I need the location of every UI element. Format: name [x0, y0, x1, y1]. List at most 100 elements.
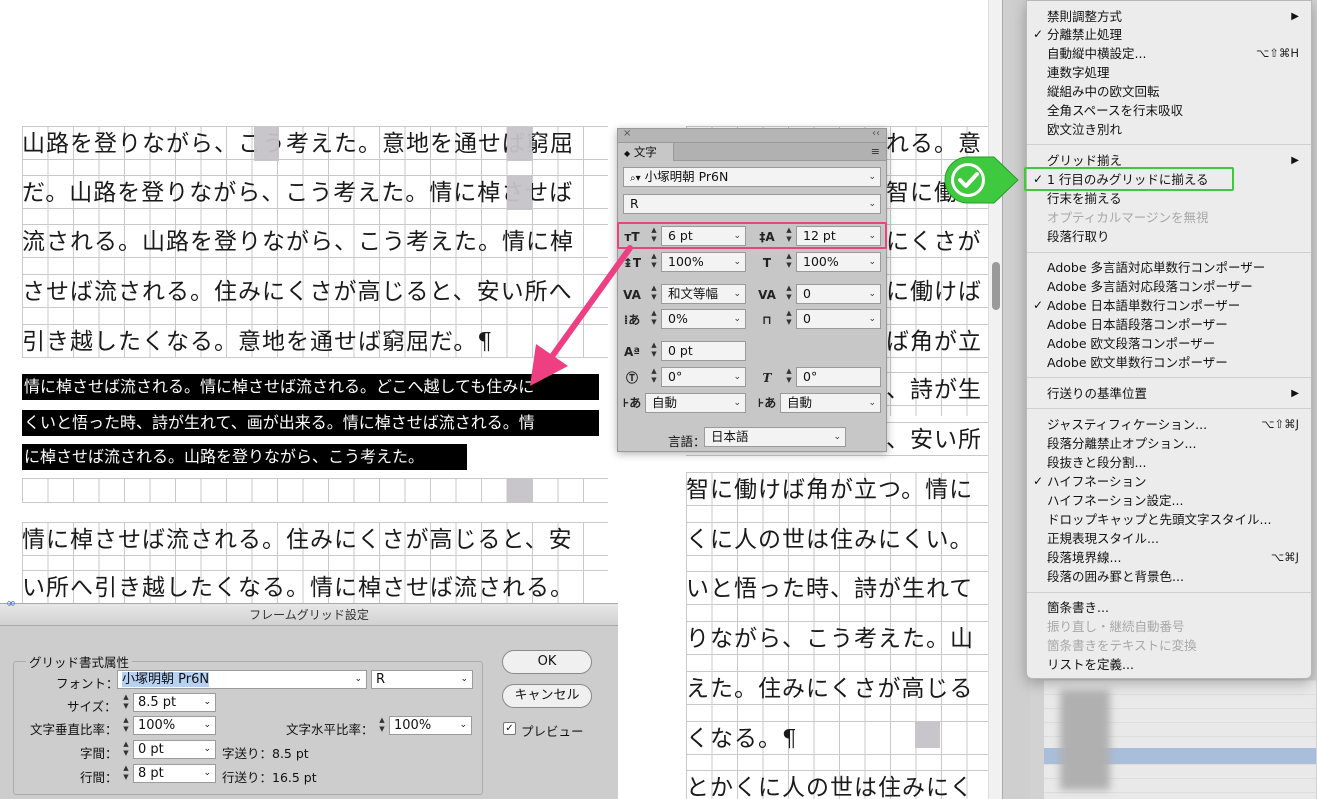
menu-item[interactable]: 段落分離禁止オプション... [1027, 434, 1311, 453]
menu-item[interactable]: ハイフネーション設定... [1027, 491, 1311, 510]
baseline-shift-field[interactable]: 0 pt [661, 341, 746, 361]
text-line: 智に働けば角が立つ。情に [686, 472, 988, 506]
size-field[interactable]: 8.5 pt ⌄ [133, 693, 216, 712]
text-frame-right-lower[interactable]: 智に働けば角が立つ。情に くに人の世は住みにくい。 いと悟った時、詩が生れて り… [686, 472, 988, 799]
stepper-icon[interactable]: ▲ ▼ [121, 693, 131, 713]
stepper-icon[interactable]: ▲ ▼ [649, 252, 659, 272]
menu-item[interactable]: Adobe 日本語段落コンポーザー [1027, 315, 1311, 334]
ok-button[interactable]: OK [502, 650, 592, 674]
character-panel: × ‹‹ ◆ 文字 ≡ ⌕▾ 小塚明朝 Pr6N ⌄ R ⌄ ᴛT ▲ ▼ 6 pt ⌄… [617, 128, 887, 452]
menu-item[interactable]: Adobe 多言語対応単数行コンポーザー [1027, 258, 1311, 277]
preview-checkbox[interactable]: ✓ [503, 722, 516, 735]
rotation-field[interactable]: 0° ⌄ [661, 367, 746, 387]
font-style-select[interactable]: R ⌄ [623, 194, 881, 214]
vscale-field[interactable]: 100% ⌄ [133, 716, 216, 735]
scrollbar-thumb[interactable] [992, 262, 1000, 310]
aki-after-select[interactable]: 自動 ⌄ [780, 393, 881, 413]
menu-item[interactable]: 段落境界線... ⌥⌘J [1027, 548, 1311, 567]
indesign-workspace: 山路を登りながら、こう考えた。意地を通せば窮屈 だ。山路を登りながら、こう考えた… [0, 0, 1317, 799]
menu-item[interactable]: 行送りの基準位置 ▶ [1027, 384, 1311, 403]
menu-item[interactable]: 禁則調整方式 ▶ [1027, 7, 1311, 26]
hscale-label: 文字水平比率： [286, 722, 374, 737]
chevron-down-icon: ⌄ [868, 199, 876, 209]
hscale-field[interactable]: 100% ⌄ [389, 716, 472, 735]
menu-item[interactable]: 欧文泣き別れ [1027, 120, 1311, 139]
stepper-icon[interactable]: ▲ ▼ [121, 716, 131, 736]
menu-item[interactable]: 行末を揃える [1027, 189, 1311, 208]
menu-item[interactable]: リストを定義... [1027, 655, 1311, 674]
chevron-down-icon: ⌄ [460, 674, 468, 684]
blurred-thumbnail [1060, 690, 1110, 790]
text-line: いと悟った時、詩が生れて [686, 571, 988, 605]
submenu-arrow-icon: ▶ [1291, 11, 1299, 22]
stepper-icon[interactable]: ▲ ▼ [649, 309, 659, 329]
menu-item[interactable]: 縦組み中の欧文回転 [1027, 82, 1311, 101]
menu-item[interactable]: ✓ 分離禁止処理 [1027, 25, 1311, 44]
stepper-icon[interactable]: ▲ ▼ [784, 309, 794, 329]
menu-item[interactable]: Adobe 多言語対応段落コンポーザー [1027, 277, 1311, 296]
kerning-select[interactable]: 和文等幅 ⌄ [661, 284, 746, 304]
tsume-field[interactable]: 0% ⌄ [661, 309, 746, 329]
chevron-down-icon: ⌄ [203, 744, 211, 754]
aki-field[interactable]: 0 ⌄ [796, 309, 881, 329]
menu-item[interactable]: 自動縦中横設定... ⌥⇧⌘H [1027, 44, 1311, 63]
tracking-field[interactable]: 0 ⌄ [796, 284, 881, 304]
grid-shade [915, 722, 940, 748]
aki-icon: ⊓ [762, 313, 772, 327]
chevron-down-icon: ⌄ [733, 314, 741, 324]
menu-item[interactable]: Adobe 欧文単数行コンポーザー [1027, 353, 1311, 372]
font-family-select[interactable]: ⌕▾ 小塚明朝 Pr6N ⌄ [623, 167, 881, 187]
shortcut: ⌥⌘J [1270, 550, 1299, 564]
menu-item[interactable]: 正規表現スタイル... [1027, 529, 1311, 548]
stepper-icon[interactable]: ▲ ▼ [377, 716, 387, 736]
vertical-scale-field[interactable]: 100% ⌄ [661, 252, 746, 272]
menu-item[interactable]: ジャスティフィケーション... ⌥⇧⌘J [1027, 415, 1311, 434]
menu-item[interactable]: ドロップキャップと先頭文字スタイル... [1027, 510, 1311, 529]
stepper-icon[interactable]: ▲ ▼ [649, 341, 659, 361]
menu-item[interactable]: 箇条書き... [1027, 598, 1311, 617]
horizontal-scale-field[interactable]: 100% ⌄ [796, 252, 881, 272]
skew-field[interactable]: 0° [796, 367, 881, 387]
stepper-icon[interactable]: ▲ ▼ [784, 367, 794, 387]
menu-item[interactable]: 段落行取り [1027, 227, 1311, 246]
aki-before-select[interactable]: 自動 ⌄ [645, 393, 746, 413]
stepper-icon[interactable]: ▲ ▼ [784, 284, 794, 304]
spacing-field[interactable]: 0 pt ⌄ [133, 740, 216, 759]
tab-character[interactable]: ◆ 文字 [618, 143, 674, 161]
stepper-icon[interactable]: ▲ ▼ [121, 764, 131, 784]
menu-item[interactable]: 段落の囲み罫と背景色... [1027, 567, 1311, 586]
chevron-down-icon: ⌄ [203, 768, 211, 778]
menu-item[interactable]: 連数字処理 [1027, 63, 1311, 82]
menu-item[interactable]: 段抜きと段分割... [1027, 453, 1311, 472]
vertical-scrollbar[interactable] [988, 0, 1002, 799]
dialog-font-select[interactable]: 小塚明朝 Pr6N ⌄ [117, 670, 367, 689]
menu-item[interactable]: Adobe 欧文段落コンポーザー [1027, 334, 1311, 353]
line-field[interactable]: 8 pt ⌄ [133, 764, 216, 783]
submenu-arrow-icon: ▶ [1291, 155, 1299, 166]
language-select[interactable]: 日本語 ⌄ [704, 427, 846, 447]
dialog-title: フレームグリッド設定 [0, 604, 618, 626]
selected-line: くいと悟った時、詩が生れて、画が出来る。情に棹させば流される。情 [22, 410, 599, 436]
panel-titlebar[interactable]: × ‹‹ [618, 128, 886, 143]
text-frame-left-lower[interactable]: 情に棹させば流される。住みにくさが高じると、安 い所へ引き越したくなる。情に棹さ… [22, 522, 608, 604]
grid-shade [507, 478, 532, 503]
stepper-icon[interactable]: ▲ ▼ [784, 252, 794, 272]
stepper-icon[interactable]: ▲ ▼ [649, 284, 659, 304]
menu-item[interactable]: ✓ ハイフネーション [1027, 472, 1311, 491]
close-icon[interactable]: × [623, 128, 631, 139]
chevron-down-icon: ⌄ [833, 432, 841, 442]
panel-menu-icon[interactable]: ≡ [871, 145, 880, 158]
menu-item[interactable]: ✓ Adobe 日本語単数行コンポーザー [1027, 296, 1311, 315]
dialog-font-style-select[interactable]: R ⌄ [371, 670, 473, 689]
chevron-down-icon: ⌄ [868, 314, 876, 324]
menu-item[interactable]: 全角スペースを行末吸収 [1027, 101, 1311, 120]
frame-grid-dialog: フレームグリッド設定 ∞ グリッド書式属性 フォント： 小塚明朝 Pr6N ⌄ R… [0, 596, 618, 799]
text-line: えた。住みにくさが高じる [686, 671, 988, 705]
collapse-icon[interactable]: ‹‹ [872, 128, 880, 139]
check-icon: ✓ [1033, 27, 1044, 41]
cancel-button[interactable]: キャンセル [502, 684, 592, 708]
stepper-icon[interactable]: ▲ ▼ [121, 740, 131, 760]
stepper-icon[interactable]: ▲ ▼ [649, 367, 659, 387]
chevron-down-icon: ⌄ [868, 257, 876, 267]
line-pitch-text: 行送り：16.5 pt [222, 770, 317, 785]
